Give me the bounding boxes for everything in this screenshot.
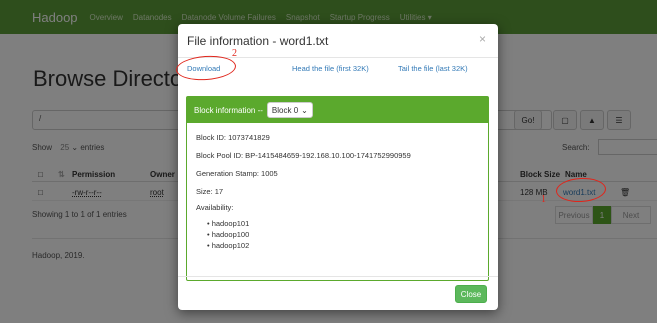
modal-footer-divider	[178, 276, 498, 277]
tail-file-link[interactable]: Tail the file (last 32K)	[398, 64, 468, 73]
availability-host: • hadoop102	[207, 241, 250, 250]
host-name: hadoop101	[211, 219, 250, 228]
close-button[interactable]: Close	[455, 285, 487, 303]
close-icon[interactable]: ×	[479, 32, 486, 46]
block-information-header: Block information -- Block 0 ⌄	[187, 97, 488, 123]
block-size: Size: 17	[196, 187, 224, 196]
availability-host: • hadoop100	[207, 230, 250, 239]
block-select[interactable]: Block 0 ⌄	[266, 102, 313, 118]
block-id: Block ID: 1073741829	[196, 133, 270, 142]
block-select-value: Block 0	[271, 105, 299, 115]
modal-title: File information - word1.txt	[187, 34, 329, 48]
annotation-number-1: 1	[541, 194, 546, 205]
chevron-down-icon: ⌄	[301, 105, 308, 115]
block-information-panel: Block information -- Block 0 ⌄ Block ID:…	[186, 96, 489, 281]
generation-stamp: Generation Stamp: 1005	[196, 169, 278, 178]
block-information-label: Block information --	[194, 105, 263, 115]
host-name: hadoop102	[211, 241, 250, 250]
availability-label: Availability:	[196, 203, 234, 212]
block-pool-id: Block Pool ID: BP-1415484659-192.168.10.…	[196, 151, 411, 160]
head-file-link[interactable]: Head the file (first 32K)	[292, 64, 369, 73]
annotation-number-2: 2	[232, 48, 237, 59]
host-name: hadoop100	[211, 230, 250, 239]
availability-host: • hadoop101	[207, 219, 250, 228]
